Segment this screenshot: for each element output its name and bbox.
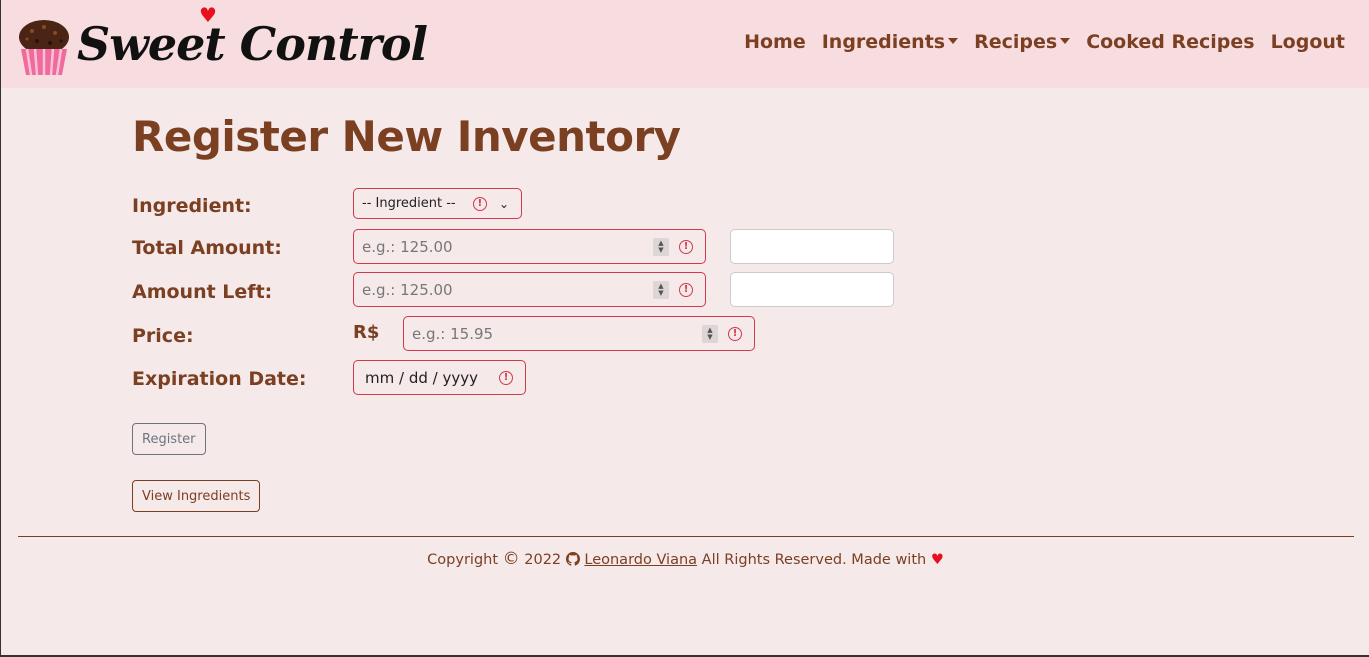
error-icon: ! — [679, 282, 693, 297]
footer: Copyright © 2022 Leonardo Viana All Righ… — [1, 549, 1369, 569]
navbar: Sweet Control ♥ Home Ingredients Recipes… — [1, 0, 1369, 88]
spinner-icon[interactable]: ▲ ▼ — [653, 237, 669, 256]
spinner-icon[interactable]: ▲ ▼ — [653, 280, 669, 299]
nav-logout[interactable]: Logout — [1263, 31, 1353, 53]
spinner-icon[interactable]: ▲ ▼ — [702, 324, 718, 343]
total-amount-placeholder: e.g.: 125.00 — [362, 237, 453, 256]
caret-down-icon — [1060, 37, 1071, 44]
error-icon: ! — [728, 326, 742, 341]
total-amount-input[interactable]: e.g.: 125.00 ▲ ▼ ! — [353, 229, 706, 264]
expiration-date-input[interactable]: mm / dd / yyyy ! — [353, 360, 526, 395]
amount-left-label: Amount Left: — [132, 281, 273, 303]
currency-symbol: R$ — [353, 322, 380, 343]
footer-copyright: Copyright — [427, 552, 499, 568]
ingredient-label: Ingredient: — [132, 195, 252, 217]
github-icon — [565, 552, 580, 566]
nav-cooked-recipes[interactable]: Cooked Recipes — [1078, 31, 1262, 53]
heart-icon: ♥ — [930, 552, 944, 568]
footer-author-link[interactable]: Leonardo Viana — [584, 552, 697, 568]
main-content: Register New Inventory Ingredient: -- In… — [132, 112, 932, 512]
amount-left-input[interactable]: e.g.: 125.00 ▲ ▼ ! — [353, 272, 706, 307]
amount-left-unit-field[interactable] — [730, 272, 894, 307]
brand-logo[interactable]: Sweet Control ♥ — [17, 0, 428, 88]
nav-home[interactable]: Home — [736, 31, 814, 53]
price-placeholder: e.g.: 15.95 — [412, 324, 494, 343]
brand-name: Sweet Control ♥ — [77, 3, 428, 71]
footer-divider — [18, 536, 1354, 537]
footer-rights: All Rights Reserved. Made with — [701, 552, 927, 568]
error-icon: ! — [472, 196, 487, 211]
price-label: Price: — [132, 325, 194, 347]
nav-ingredients-label: Ingredients — [821, 31, 946, 53]
nav-recipes-label: Recipes — [974, 31, 1058, 53]
footer-year: 2022 — [524, 552, 562, 568]
nav-recipes-dropdown[interactable]: Recipes — [966, 31, 1078, 53]
page-title: Register New Inventory — [132, 112, 681, 161]
expiration-date-value: mm / dd / yyyy — [365, 368, 478, 387]
register-button[interactable]: Register — [132, 423, 206, 455]
chevron-down-icon: ⌄ — [498, 196, 509, 211]
expiration-label: Expiration Date: — [132, 368, 307, 390]
amount-left-placeholder: e.g.: 125.00 — [362, 280, 453, 299]
caret-down-icon — [948, 37, 959, 44]
cupcake-logo-icon — [19, 20, 69, 76]
view-ingredients-button[interactable]: View Ingredients — [132, 480, 261, 512]
copyright-icon: © — [502, 549, 520, 569]
error-icon: ! — [499, 370, 513, 385]
nav-links: Home Ingredients Recipes Cooked Recipes … — [736, 31, 1353, 53]
ingredient-select-value: -- Ingredient -- — [362, 196, 456, 211]
price-input[interactable]: e.g.: 15.95 ▲ ▼ ! — [403, 316, 755, 351]
error-icon: ! — [679, 239, 693, 254]
total-amount-label: Total Amount: — [132, 237, 282, 259]
ingredient-select[interactable]: -- Ingredient -- ! ⌄ — [353, 188, 522, 219]
total-amount-unit-field[interactable] — [730, 229, 894, 264]
nav-ingredients-dropdown[interactable]: Ingredients — [814, 31, 966, 53]
heart-icon: ♥ — [199, 3, 217, 27]
